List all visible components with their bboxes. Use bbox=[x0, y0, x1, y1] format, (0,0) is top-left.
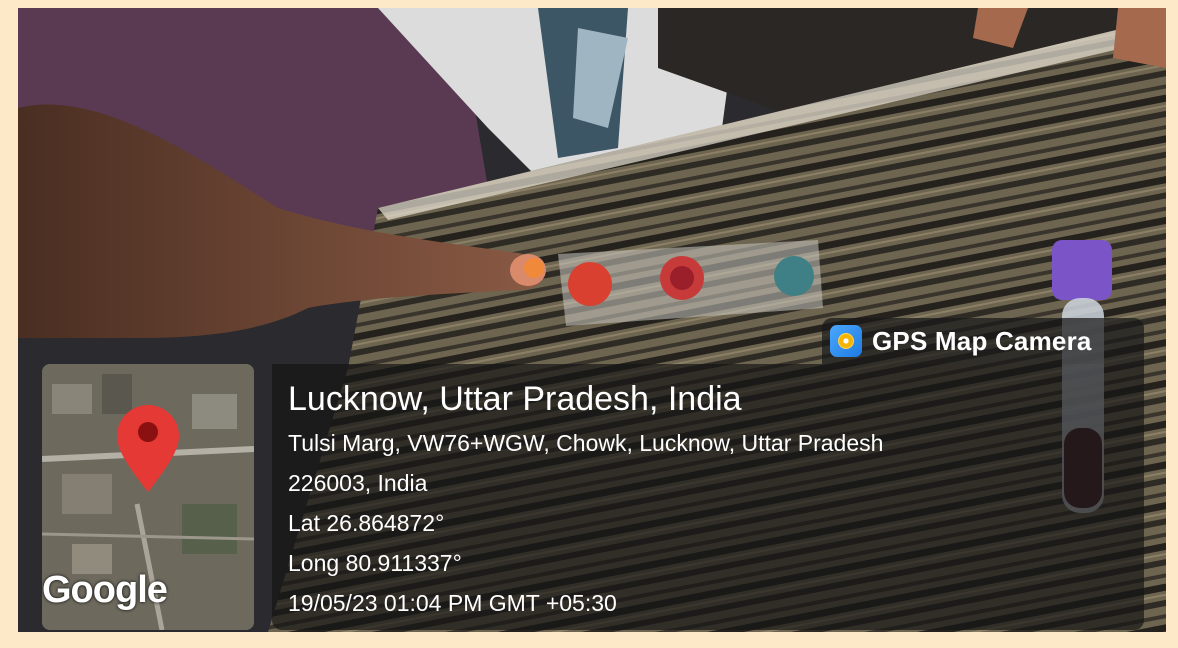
longitude: Long 80.911337° bbox=[288, 550, 462, 576]
photo-frame: GPS Map Camera Google Lucknow, Uttar Pra… bbox=[0, 0, 1178, 648]
gps-map-camera-icon bbox=[830, 325, 862, 357]
location-info-panel: Lucknow, Uttar Pradesh, India Tulsi Marg… bbox=[272, 364, 1144, 630]
latitude: Lat 26.864872° bbox=[288, 510, 445, 536]
address-line-1: Tulsi Marg, VW76+WGW, Chowk, Lucknow, Ut… bbox=[288, 430, 884, 456]
location-title: Lucknow, Uttar Pradesh, India bbox=[288, 380, 742, 418]
google-attribution: Google bbox=[42, 569, 168, 611]
address-line-2: 226003, India bbox=[288, 470, 428, 496]
gps-map-camera-badge: GPS Map Camera bbox=[822, 318, 1144, 364]
datetime: 19/05/23 01:04 PM GMT +05:30 bbox=[288, 590, 617, 616]
map-thumbnail: Google bbox=[42, 364, 254, 630]
gps-badge-label: GPS Map Camera bbox=[872, 325, 1092, 356]
